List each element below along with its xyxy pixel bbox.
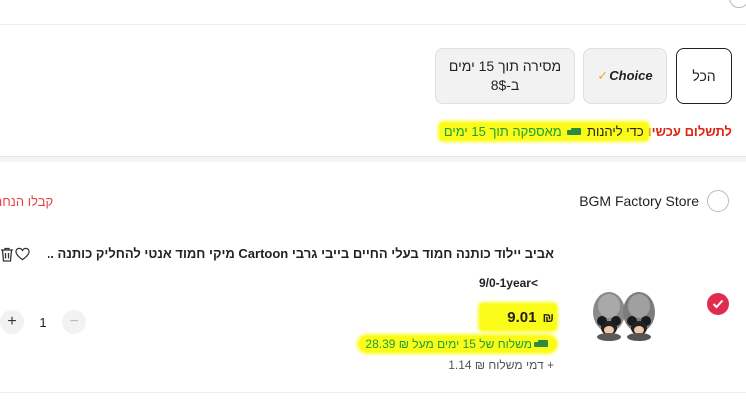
item-price: 9.01 ₪ (480, 304, 556, 330)
price-currency: ₪ (542, 309, 555, 325)
filter-all-button[interactable]: הכל (676, 48, 732, 104)
previous-select-radio[interactable] (729, 0, 746, 8)
heart-icon[interactable] (15, 247, 30, 261)
promo-pay-now: לתשלום עכשיו (647, 123, 732, 139)
promo-delivery: מאספקה תוך 15 ימים (443, 123, 562, 139)
quantity-value[interactable]: 1 (24, 315, 62, 330)
filter-15-day-delivery-button[interactable]: מסירה תוך 15 ימים ב-8$ (435, 48, 575, 104)
item-select-checkbox[interactable] (707, 293, 729, 315)
truck-icon (567, 127, 582, 137)
promo-highlight: כדי ליהנות מאספקה תוך 15 ימים (439, 122, 648, 140)
fast-shipping-text: משלוח של 15 ימים מעל ₪ 28.39 (365, 337, 532, 351)
product-image[interactable] (589, 284, 659, 344)
shipping-fee: + דמי משלוח ₪ 1.14 (448, 358, 554, 372)
filter-all-label: הכל (692, 68, 716, 84)
promo-to-enjoy: כדי ליהנות (586, 123, 644, 139)
variant-label: 9/0-1year (478, 276, 531, 290)
section-divider (0, 156, 746, 162)
truck-icon (534, 339, 548, 349)
quantity-plus-button[interactable]: + (0, 310, 24, 334)
fast-shipping-note: משלוח של 15 ימים מעל ₪ 28.39 (359, 336, 556, 352)
promo-banner: לתשלום עכשיו כדי ליהנות מאספקה תוך 15 ימ… (439, 120, 732, 142)
divider-bottom (0, 392, 746, 393)
check-icon (712, 299, 724, 309)
trash-icon[interactable] (0, 247, 14, 262)
variant-selector[interactable]: 9/0-1year < (479, 276, 542, 290)
store-select-radio[interactable] (707, 190, 729, 212)
filter-delivery-line2: ב-8$ (490, 77, 520, 93)
quantity-stepper: + 1 − (0, 310, 86, 334)
filter-delivery-line1: מסירה תוך 15 ימים (448, 58, 562, 74)
choice-logo: ✓Choice (597, 68, 653, 83)
filter-choice-button[interactable]: ✓Choice (583, 48, 667, 104)
get-discount-link[interactable]: קבלו הנחה (0, 194, 53, 209)
store-name[interactable]: BGM Factory Store (579, 193, 699, 209)
quantity-minus-button[interactable]: − (62, 310, 86, 334)
chevron-icon: < (530, 276, 538, 290)
product-title[interactable]: אביב יילוד כותנה חמוד בעלי החיים בייבי ג… (48, 246, 554, 261)
price-value: 9.01 (507, 308, 537, 326)
store-row: BGM Factory Store קבלו הנחה (0, 183, 746, 219)
choice-check-icon: ✓ (597, 68, 609, 83)
divider-top (0, 24, 746, 25)
